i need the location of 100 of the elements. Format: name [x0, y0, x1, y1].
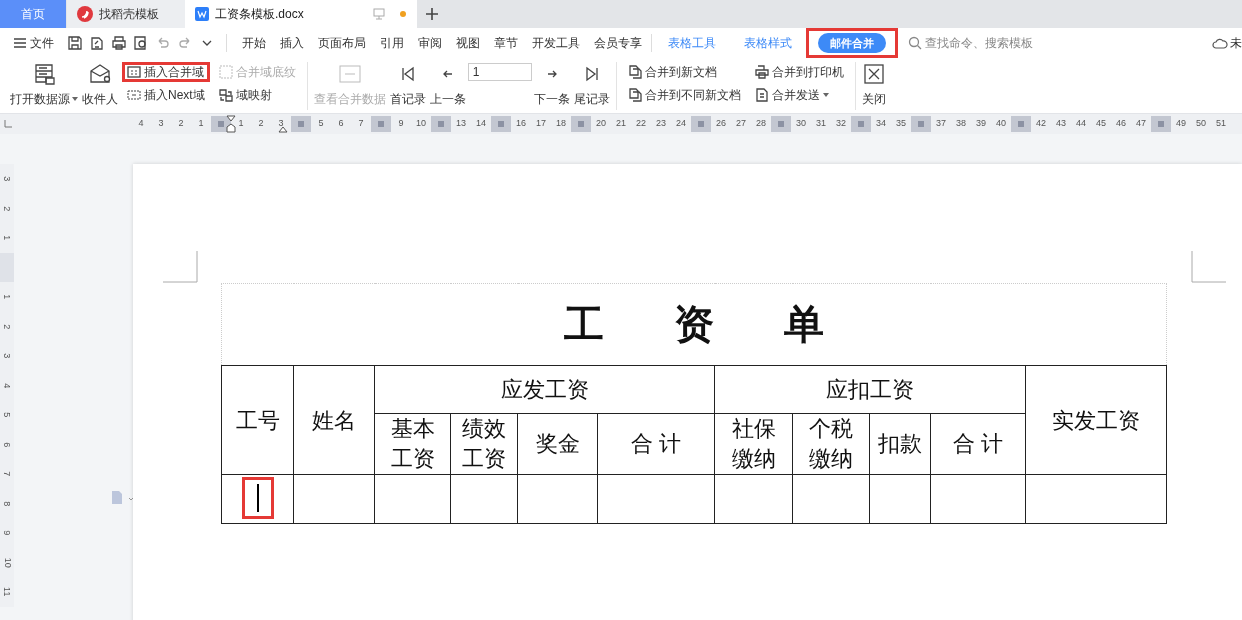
ruler-marker[interactable]	[771, 116, 791, 132]
table-cell[interactable]	[930, 474, 1026, 524]
flame-icon[interactable]	[77, 6, 93, 22]
record-number-field[interactable]: 1	[467, 63, 532, 81]
ruler-number: 13	[456, 117, 466, 131]
search-field[interactable]: 查找命令、搜索模板	[908, 34, 1033, 52]
caret-icon[interactable]	[822, 93, 829, 97]
ruler-number: 5	[1, 412, 14, 418]
ribbon-button[interactable]: 上一条	[427, 62, 468, 108]
table-cell[interactable]	[517, 474, 598, 524]
ruler-marker[interactable]	[1011, 116, 1031, 132]
document-icon[interactable]	[195, 7, 209, 21]
documents-icon[interactable]	[627, 88, 642, 102]
ribbon-tab[interactable]: 插入	[280, 34, 304, 52]
ruler-number: 3	[278, 117, 284, 131]
ruler-marker[interactable]	[491, 116, 511, 132]
ruler-marker[interactable]	[371, 116, 391, 132]
ruler-marker[interactable]	[571, 116, 591, 132]
ruler-marker[interactable]	[911, 116, 931, 132]
table-cell[interactable]	[293, 474, 375, 524]
ribbon-tab[interactable]: 页面布局	[318, 34, 366, 52]
ruler-number: 26	[716, 117, 726, 131]
close-icon[interactable]	[861, 62, 886, 86]
ribbon-button[interactable]: 合并到新文档	[622, 62, 746, 82]
ruler-number: 45	[1096, 117, 1106, 131]
send-icon[interactable]	[754, 88, 769, 102]
ruler-number: 6	[338, 117, 344, 131]
ruler-number: 3	[1, 176, 14, 182]
ribbon-button[interactable]: 合并到打印机	[749, 62, 849, 82]
table-cell[interactable]	[1025, 474, 1167, 524]
ruler-marker[interactable]	[691, 116, 711, 132]
ribbon-tab[interactable]: 引用	[380, 34, 404, 52]
ruler-number: 5	[318, 117, 324, 131]
ribbon-tab[interactable]: 审阅	[418, 34, 442, 52]
ruler-number: 10	[1, 557, 14, 568]
table-cell[interactable]	[450, 474, 518, 524]
unsaved-dot-icon[interactable]	[399, 10, 407, 18]
ribbon-button[interactable]: 尾记录	[571, 62, 612, 108]
preview-icon[interactable]	[133, 35, 149, 51]
ribbon-button[interactable]: 合并到不同新文档	[622, 85, 746, 105]
ribbon-button[interactable]: 合并发送	[749, 85, 849, 105]
table-header: 扣款	[878, 430, 922, 458]
documents-icon[interactable]	[627, 65, 642, 79]
table-cell[interactable]	[221, 474, 294, 524]
ribbon-button[interactable]: 收件人	[80, 62, 120, 108]
ruler-number: 6	[1, 441, 14, 447]
print-icon[interactable]	[111, 35, 127, 51]
export-icon[interactable]	[89, 35, 105, 51]
cloud-icon[interactable]	[1212, 36, 1228, 50]
ruler-number: 44	[1076, 117, 1086, 131]
ribbon-button[interactable]: 插入合并域	[122, 62, 210, 82]
indent-marker-icon[interactable]	[226, 115, 236, 133]
ruler-number: 18	[556, 117, 566, 131]
mapping-icon[interactable]	[218, 88, 233, 102]
ruler-number: 11	[1, 587, 14, 597]
search-icon[interactable]	[908, 36, 922, 50]
ribbon-tab[interactable]: 开发工具	[532, 34, 580, 52]
ruler-number: 23	[656, 117, 666, 131]
envelope-person-icon[interactable]	[88, 62, 112, 86]
plus-icon[interactable]	[425, 7, 439, 21]
ruler-marker[interactable]	[291, 116, 311, 132]
file-menu-button[interactable]: 文件	[14, 34, 54, 52]
ribbon-tab[interactable]: 会员专享	[594, 34, 642, 52]
ruler-number: 27	[736, 117, 746, 131]
table-header: 社保缴纳	[731, 415, 776, 473]
ribbon-button[interactable]: 首记录	[387, 62, 428, 108]
tab[interactable]: 找稻壳模板	[67, 0, 185, 28]
ruler-number: 17	[536, 117, 546, 131]
table-cell[interactable]	[597, 474, 715, 524]
ruler-marker[interactable]	[1151, 116, 1171, 132]
sync-status[interactable]: 未	[1230, 34, 1242, 52]
ribbon-button[interactable]: 打开数据源	[8, 62, 80, 108]
ribbon-tab[interactable]: 开始	[242, 34, 266, 52]
table-cell[interactable]	[714, 474, 793, 524]
ruler-number: 50	[1196, 117, 1206, 131]
ruler-number: 20	[596, 117, 606, 131]
ribbon-button[interactable]: 插入Next域	[122, 85, 210, 105]
table-cell[interactable]	[869, 474, 931, 524]
menu-icon[interactable]	[14, 38, 26, 48]
ribbon-tab[interactable]: 表格工具	[668, 34, 716, 52]
ribbon-tab[interactable]: 章节	[494, 34, 518, 52]
next-field-icon[interactable]	[127, 88, 141, 102]
ribbon-button[interactable]: 域映射	[213, 85, 301, 105]
table-cell[interactable]	[792, 474, 870, 524]
table-cell[interactable]	[374, 474, 451, 524]
ribbon-button[interactable]: 下一条	[531, 62, 572, 108]
field-icon[interactable]	[127, 65, 141, 79]
table-header: 合 计	[630, 430, 682, 458]
database-icon[interactable]	[32, 62, 56, 86]
ribbon-tab[interactable]: 视图	[456, 34, 480, 52]
ribbon-tab[interactable]: 表格样式	[744, 34, 792, 52]
ribbon-button[interactable]: 关闭	[859, 62, 888, 108]
caret-icon[interactable]	[72, 97, 78, 101]
table-header: 实发工资	[1052, 406, 1140, 435]
ruler-marker[interactable]	[431, 116, 451, 132]
save-icon[interactable]	[67, 35, 83, 51]
ruler-marker[interactable]	[851, 116, 871, 132]
printer-icon[interactable]	[754, 65, 769, 79]
indent-marker-icon[interactable]	[278, 126, 288, 133]
tab[interactable]: 工资条模板.docx	[185, 0, 417, 28]
